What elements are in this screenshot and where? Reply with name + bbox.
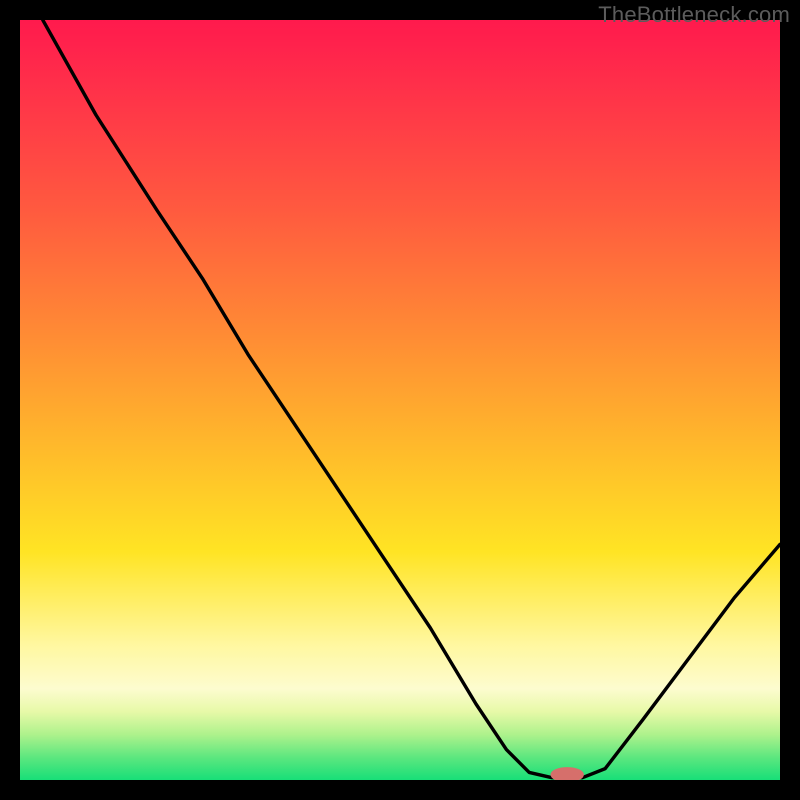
plot-area xyxy=(20,20,780,780)
bottleneck-curve xyxy=(43,20,780,778)
chart-canvas: TheBottleneck.com xyxy=(0,0,800,800)
curve-layer xyxy=(20,20,780,780)
watermark-text: TheBottleneck.com xyxy=(598,2,790,28)
optimal-point-marker xyxy=(550,767,583,780)
